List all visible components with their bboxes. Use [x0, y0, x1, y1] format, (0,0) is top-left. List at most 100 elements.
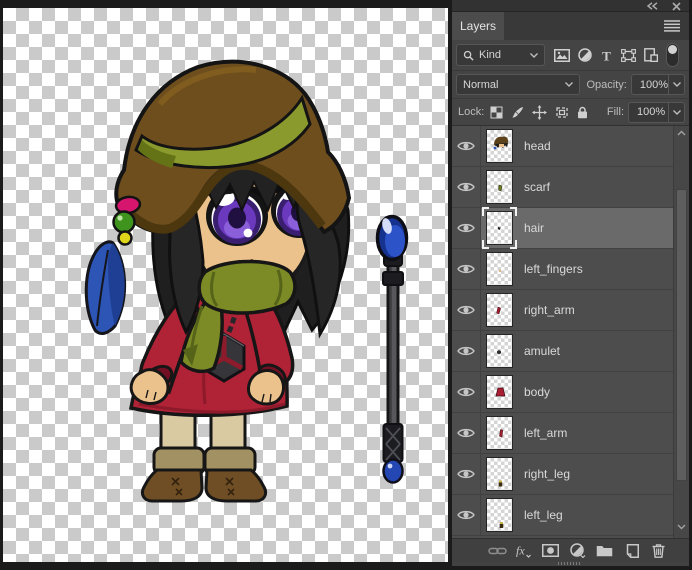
- tab-layers[interactable]: Layers: [452, 12, 505, 40]
- layer-thumbnail[interactable]: [486, 498, 513, 532]
- layer-list-scrollbar[interactable]: [673, 126, 689, 538]
- blend-mode-dropdown[interactable]: Normal: [456, 74, 580, 95]
- svg-text:fx: fx: [516, 544, 525, 558]
- lock-fill-row: Lock: Fill: 100%: [452, 98, 689, 126]
- fill-label: Fill:: [606, 106, 624, 118]
- filtering-toggle[interactable]: [666, 43, 679, 67]
- opacity-value: 100%: [639, 78, 668, 91]
- opacity-field[interactable]: 100%: [630, 74, 685, 95]
- layer-name: head: [524, 139, 551, 153]
- chevron-down-icon[interactable]: [668, 75, 684, 94]
- layer-row-head[interactable]: head: [452, 126, 689, 167]
- visibility-toggle[interactable]: [452, 290, 481, 330]
- svg-text:T: T: [602, 49, 611, 62]
- layers-panel: Layers Kind T Normal Opacity: 100% Lock:…: [452, 0, 689, 566]
- selection-bracket: [510, 240, 517, 249]
- layer-name: scarf: [524, 180, 551, 194]
- layer-row-scarf[interactable]: scarf: [452, 167, 689, 208]
- layer-thumbnail[interactable]: [486, 416, 513, 450]
- layer-name: body: [524, 385, 551, 399]
- panel-resize-grip[interactable]: [558, 562, 580, 565]
- lock-transparent-pixels-icon[interactable]: [490, 106, 503, 119]
- layer-thumbnail[interactable]: [486, 170, 513, 204]
- layer-row-right-leg[interactable]: right_leg: [452, 454, 689, 495]
- layer-name: left_leg: [524, 508, 563, 522]
- chevron-down-icon: [530, 52, 538, 58]
- new-layer-icon[interactable]: [623, 543, 640, 558]
- visibility-toggle[interactable]: [452, 331, 481, 371]
- visibility-toggle[interactable]: [452, 413, 481, 453]
- toggle-ball: [668, 45, 677, 54]
- scrollbar-thumb[interactable]: [676, 189, 687, 481]
- feather: [84, 240, 127, 335]
- layer-name: right_leg: [524, 467, 571, 481]
- visibility-toggle[interactable]: [452, 167, 481, 207]
- legs: [140, 404, 268, 503]
- panel-resize-strip: [452, 562, 689, 566]
- layer-name: left_arm: [524, 426, 568, 440]
- layer-row-hair[interactable]: hair: [452, 207, 689, 249]
- layer-thumbnail[interactable]: [486, 375, 513, 409]
- lock-label: Lock:: [458, 106, 485, 118]
- link-layers-icon[interactable]: [488, 546, 507, 556]
- chevron-down-icon: [564, 82, 573, 87]
- character-art: [84, 59, 352, 503]
- visibility-toggle[interactable]: [452, 454, 481, 494]
- lock-image-pixels-icon[interactable]: [511, 106, 524, 119]
- layer-row-amulet[interactable]: amulet: [452, 331, 689, 372]
- visibility-toggle[interactable]: [452, 372, 481, 412]
- panel-menu-icon[interactable]: [664, 20, 680, 32]
- new-adjustment-layer-icon[interactable]: [569, 543, 586, 559]
- layer-filter-row: Kind T: [452, 40, 689, 70]
- layer-style-fx-icon[interactable]: fx: [515, 543, 532, 558]
- visibility-toggle[interactable]: [452, 249, 481, 289]
- panel-group-header: [452, 0, 689, 12]
- layer-thumbnail[interactable]: [486, 211, 513, 245]
- layer-name: left_fingers: [524, 262, 583, 276]
- visibility-toggle[interactable]: [452, 495, 481, 535]
- layer-row-left-fingers[interactable]: left_fingers: [452, 249, 689, 290]
- scroll-down-icon[interactable]: [674, 524, 689, 530]
- character-artwork: [84, 59, 409, 503]
- layer-thumbnail[interactable]: [486, 293, 513, 327]
- blend-mode-value: Normal: [463, 78, 499, 91]
- layer-thumbnail[interactable]: [486, 457, 513, 491]
- layer-row-left-leg[interactable]: left_leg: [452, 495, 689, 536]
- layer-row-right-arm[interactable]: right_arm: [452, 290, 689, 331]
- filter-shape-layers-icon[interactable]: [621, 48, 636, 62]
- layer-name: hair: [524, 221, 545, 235]
- lock-position-icon[interactable]: [532, 104, 548, 120]
- add-layer-mask-icon[interactable]: [542, 544, 559, 557]
- blend-opacity-row: Normal Opacity: 100%: [452, 70, 689, 98]
- lock-artboard-nesting-icon[interactable]: [555, 106, 569, 119]
- opacity-label: Opacity:: [586, 78, 627, 91]
- lock-all-icon[interactable]: [577, 106, 588, 119]
- selection-bracket: [482, 240, 489, 249]
- close-panel-icon[interactable]: [672, 2, 681, 11]
- filter-smart-objects-icon[interactable]: [644, 48, 659, 63]
- layer-row-body[interactable]: body: [452, 372, 689, 413]
- delete-layer-icon[interactable]: [650, 543, 667, 558]
- visibility-toggle[interactable]: [452, 126, 481, 166]
- layer-thumbnail[interactable]: [486, 334, 513, 368]
- scroll-up-icon[interactable]: [674, 130, 689, 136]
- layer-thumbnail[interactable]: [486, 252, 513, 286]
- filter-adjustment-layers-icon[interactable]: [578, 48, 592, 62]
- panel-tab-bar: Layers: [452, 12, 689, 40]
- document-canvas[interactable]: [3, 8, 448, 562]
- chevron-down-icon[interactable]: [668, 102, 684, 122]
- search-icon: [463, 50, 474, 61]
- layer-list: head scarf hair left_fingers right_arm a…: [452, 126, 689, 538]
- new-group-folder-icon[interactable]: [596, 544, 613, 557]
- fill-field[interactable]: 100%: [628, 101, 685, 123]
- filter-kind-dropdown[interactable]: Kind: [456, 44, 545, 66]
- layer-thumbnail[interactable]: [486, 129, 513, 163]
- layer-name: right_arm: [524, 303, 575, 317]
- filter-kind-label: Kind: [479, 49, 502, 61]
- collapse-panels-icon[interactable]: [646, 2, 659, 10]
- fill-value: 100%: [637, 106, 666, 118]
- filter-type-layers-icon[interactable]: T: [600, 48, 613, 63]
- visibility-toggle[interactable]: [452, 208, 481, 248]
- filter-pixel-layers-icon[interactable]: [554, 48, 570, 62]
- layer-row-left-arm[interactable]: left_arm: [452, 413, 689, 454]
